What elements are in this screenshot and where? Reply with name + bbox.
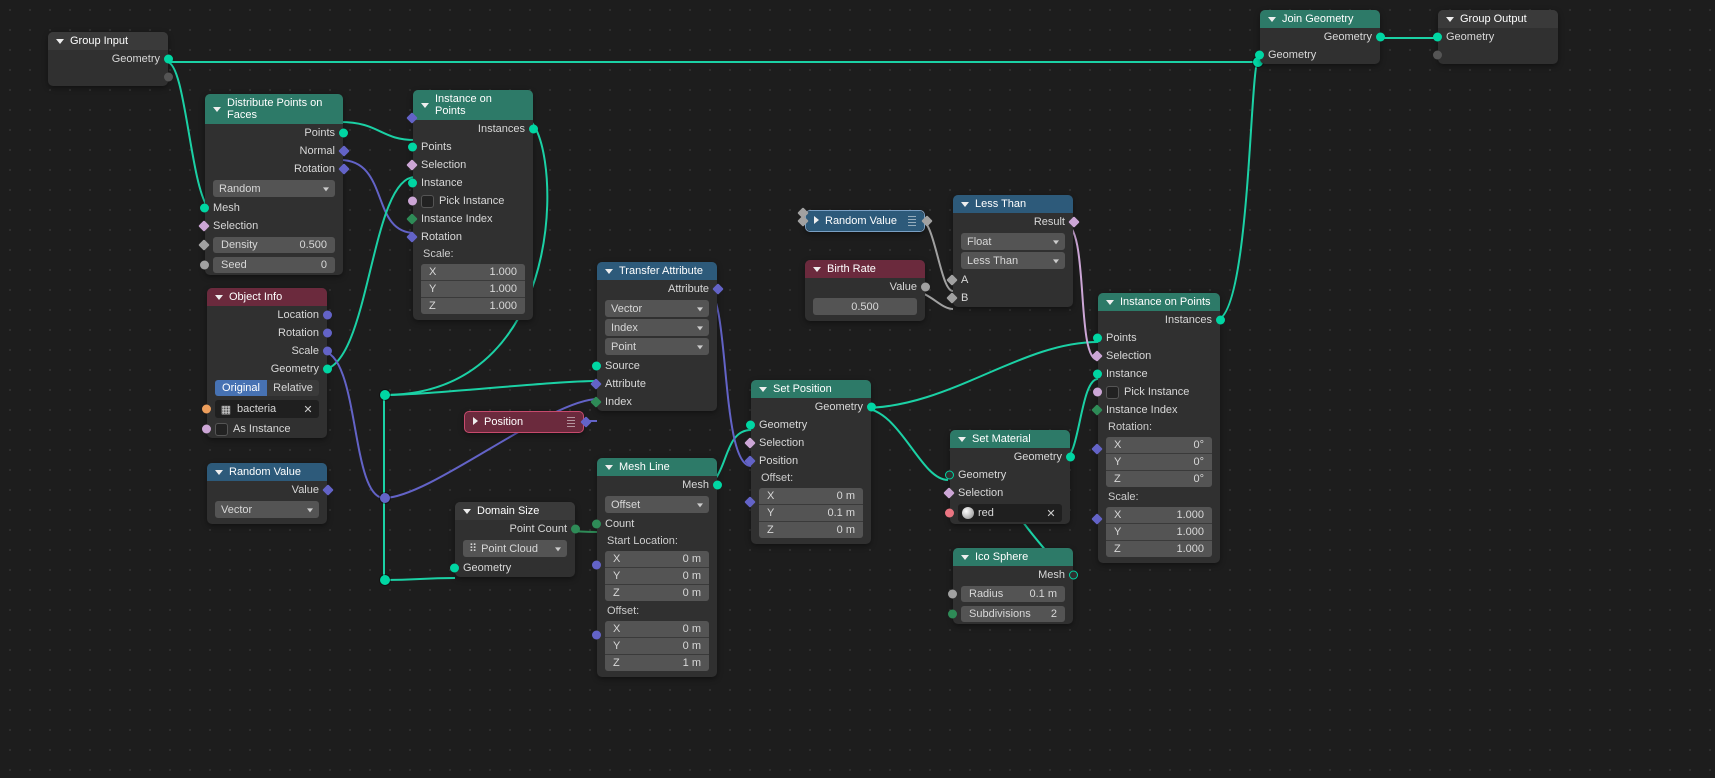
segmented-original-relative[interactable]: Original Relative [215, 380, 319, 396]
node-ico-sphere[interactable]: Ico Sphere Mesh Radius0.1 m Subdivisions… [953, 548, 1073, 624]
node-canvas[interactable]: Group Input Geometry Group Output Geomet… [0, 0, 1715, 778]
node-object-info[interactable]: Object Info Location Rotation Scale Geom… [207, 288, 327, 438]
node-set-material[interactable]: Set Material Geometry Geometry Selection… [950, 430, 1070, 524]
title: Group Input [70, 35, 128, 47]
node-set-position[interactable]: Set Position Geometry Geometry Selection… [751, 380, 871, 544]
object-field[interactable]: ▦ bacteria ✕ [215, 400, 319, 418]
mesh-icon: ▦ [219, 402, 233, 416]
node-header[interactable]: Group Input [48, 32, 168, 50]
out-geometry: Geometry [112, 53, 160, 65]
node-mesh-line[interactable]: Mesh Line Mesh Offset Count Start Locati… [597, 458, 717, 677]
node-distribute-points[interactable]: Distribute Points on Faces Points Normal… [205, 94, 343, 275]
grip-icon [908, 216, 916, 226]
clear-icon[interactable]: ✕ [1044, 506, 1058, 520]
node-random-value-vector[interactable]: Random Value Value Vector [207, 463, 327, 524]
dropdown-distribute-mode[interactable]: Random [213, 180, 335, 197]
node-position[interactable]: Position [464, 411, 584, 433]
node-group-output[interactable]: Group Output Geometry [1438, 10, 1558, 64]
dropdown-rv-type[interactable]: Vector [215, 501, 319, 518]
grip-icon [567, 417, 575, 427]
node-join-geometry[interactable]: Join Geometry Geometry Geometry [1260, 10, 1380, 64]
node-instance-on-points-1[interactable]: Instance on Points Instances Points Sele… [413, 90, 533, 320]
node-random-value-collapsed[interactable]: Random Value [805, 210, 925, 232]
material-field[interactable]: red ✕ [958, 504, 1062, 522]
birth-rate-value[interactable]: 0.500 [813, 298, 917, 315]
node-instance-on-points-2[interactable]: Instance on Points Instances Points Sele… [1098, 293, 1220, 563]
title: Join Geometry [1282, 13, 1354, 25]
in-geometry: Geometry [1446, 31, 1494, 43]
clear-icon[interactable]: ✕ [301, 402, 315, 416]
title: Group Output [1460, 13, 1527, 25]
node-domain-size[interactable]: Domain Size Point Count ⠿Point Cloud Geo… [455, 502, 575, 577]
checkbox-as-instance[interactable] [215, 423, 228, 436]
node-birth-rate[interactable]: Birth Rate Value 0.500 [805, 260, 925, 321]
node-transfer-attribute[interactable]: Transfer Attribute Attribute Vector Inde… [597, 262, 717, 411]
node-less-than[interactable]: Less Than Result Float Less Than A B [953, 195, 1073, 307]
material-icon [962, 507, 974, 519]
dropdown-domain[interactable]: ⠿Point Cloud [463, 540, 567, 557]
node-group-input[interactable]: Group Input Geometry [48, 32, 168, 86]
